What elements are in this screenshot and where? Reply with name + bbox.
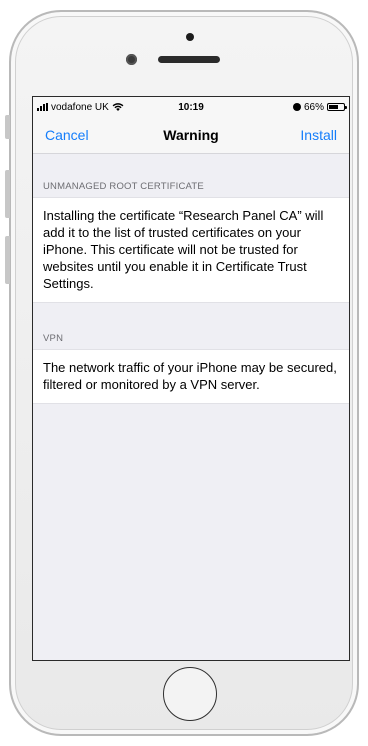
signal-bars-icon [37, 103, 48, 111]
status-bar: vodafone UK 10:19 66% [33, 97, 349, 117]
section-body-root-certificate: Installing the certificate “Research Pan… [33, 197, 349, 303]
install-button[interactable]: Install [300, 127, 337, 143]
battery-fill [329, 105, 339, 109]
section-header-vpn: VPN [43, 333, 64, 344]
mute-switch [5, 115, 10, 139]
battery-percent: 66% [303, 101, 324, 113]
cancel-button[interactable]: Cancel [45, 127, 89, 143]
home-button[interactable] [163, 667, 217, 721]
status-right: 66% [292, 101, 347, 113]
proximity-sensor [186, 33, 194, 41]
phone-screen: vodafone UK 10:19 66% Cancel Warning Ins… [32, 96, 350, 661]
volume-up-button [5, 170, 10, 218]
front-camera [126, 54, 137, 65]
volume-down-button [5, 236, 10, 284]
battery-icon [327, 103, 347, 111]
wifi-icon [112, 103, 124, 111]
carrier-label: vodafone UK [51, 101, 109, 113]
earpiece-speaker [158, 56, 220, 63]
status-left: vodafone UK [37, 102, 124, 113]
section-body-vpn: The network traffic of your iPhone may b… [33, 349, 349, 404]
alarm-icon [292, 103, 301, 111]
navigation-bar: Cancel Warning Install [33, 117, 349, 154]
section-header-root-certificate: UNMANAGED ROOT CERTIFICATE [43, 181, 204, 192]
